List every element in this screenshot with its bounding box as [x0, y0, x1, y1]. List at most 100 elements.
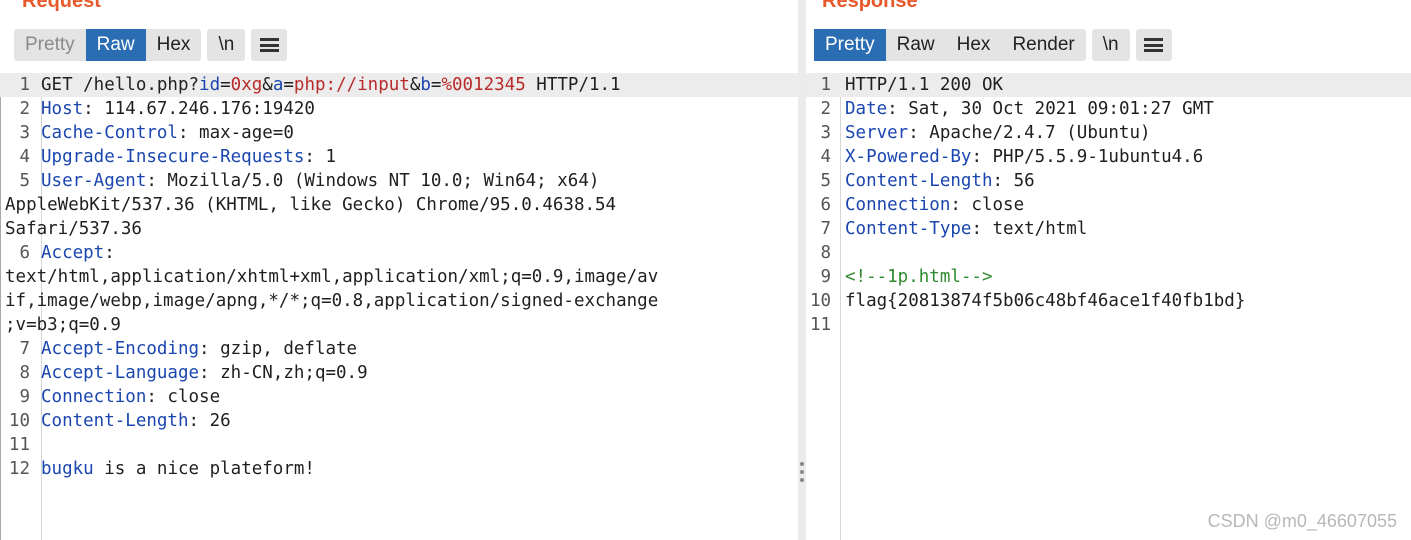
request-lines: 1 GET /hello.php?id=0xg&a=php://input&b=… — [0, 73, 798, 481]
header-value: : max-age=0 — [177, 123, 294, 143]
request-line-9: 9 Connection: close — [0, 385, 798, 409]
request-tab-raw[interactable]: Raw — [85, 29, 146, 61]
header-value: : gzip, deflate — [199, 339, 358, 359]
request-line-5: 5 User-Agent: Mozilla/5.0 (Windows NT 10… — [0, 169, 798, 193]
header-line: Accept: — [36, 241, 798, 265]
header-line: Server: Apache/2.4.7 (Ubuntu) — [837, 121, 1411, 145]
response-tab-hex[interactable]: Hex — [946, 29, 1002, 61]
response-lines: 1 HTTP/1.1 200 OK 2 Date: Sat, 30 Oct 20… — [806, 73, 1411, 337]
request-body-keyword: bugku — [41, 459, 94, 479]
header-line: Date: Sat, 30 Oct 2021 09:01:27 GMT — [837, 97, 1411, 121]
request-editor[interactable]: 1 GET /hello.php?id=0xg&a=php://input&b=… — [0, 73, 798, 540]
response-line-5: 5 Content-Length: 56 — [806, 169, 1411, 193]
line-number: 11 — [8, 435, 30, 455]
request-line-11: 11 — [0, 433, 798, 457]
param-value-id: 0xg — [230, 75, 263, 95]
header-value-continuation: ;v=b3;q=0.9 — [5, 315, 121, 335]
response-newline-toggle-group: \n — [1091, 29, 1130, 61]
request-title: Request — [22, 0, 101, 12]
request-body: bugku is a nice plateform! — [36, 457, 798, 481]
request-line-10: 10 Content-Length: 26 — [0, 409, 798, 433]
header-name: Cache-Control — [41, 123, 178, 143]
request-tab-hex[interactable]: Hex — [146, 29, 202, 61]
param-name-id: id — [199, 75, 221, 95]
param-equals: = — [220, 75, 231, 95]
request-tab-pretty[interactable]: Pretty — [14, 29, 86, 61]
header-value-continuation: text/html,application/xhtml+xml,applicat… — [5, 267, 659, 287]
header-name: Accept-Language — [41, 363, 200, 383]
header-value-continuation: AppleWebKit/537.36 (KHTML, like Gecko) C… — [5, 195, 617, 215]
header-line: Host: 114.67.246.176:19420 — [36, 97, 798, 121]
line-number: 6 — [820, 195, 831, 215]
header-value: : close — [146, 387, 221, 407]
request-line-2: 2 Host: 114.67.246.176:19420 — [0, 97, 798, 121]
request-line-6: 6 Accept: — [0, 241, 798, 265]
request-newline-toggle-group: \n — [207, 29, 246, 61]
response-tab-raw[interactable]: Raw — [886, 29, 946, 61]
line-number: 10 — [8, 411, 30, 431]
request-newline-toggle-button[interactable]: \n — [207, 29, 245, 61]
param-value-b: %0012345 — [441, 75, 526, 95]
request-line-12: 12 bugku is a nice plateform! — [0, 457, 798, 481]
header-line: X-Powered-By: PHP/5.5.9-1ubuntu4.6 — [837, 145, 1411, 169]
request-line-6-wrap: ;v=b3;q=0.9 — [0, 313, 798, 337]
response-line-11: 11 — [806, 313, 1411, 337]
request-menu-button[interactable] — [251, 29, 287, 61]
header-name: X-Powered-By — [845, 147, 972, 167]
header-name: Date — [845, 99, 888, 119]
line-number: 7 — [820, 219, 831, 239]
header-line: Content-Length: 56 — [837, 169, 1411, 193]
param-value-a: php://input — [293, 75, 410, 95]
watermark: CSDN @m0_46607055 — [1207, 511, 1397, 531]
response-line-6: 6 Connection: close — [806, 193, 1411, 217]
request-line-3: 3 Cache-Control: max-age=0 — [0, 121, 798, 145]
request-protocol: HTTP/1.1 — [525, 75, 621, 95]
response-line-1: 1 HTTP/1.1 200 OK — [806, 73, 1411, 97]
pane-resize-handle-icon[interactable] — [798, 462, 806, 482]
response-pane: Response Pretty Raw Hex Render \n 1 HTTP… — [806, 0, 1411, 540]
param-name-a: a — [272, 75, 284, 95]
request-line-4: 4 Upgrade-Insecure-Requests: 1 — [0, 145, 798, 169]
request-line-6-wrap: text/html,application/xhtml+xml,applicat… — [0, 265, 798, 289]
header-line: Content-Type: text/html — [837, 217, 1411, 241]
header-name: Connection — [41, 387, 147, 407]
header-name: Accept — [41, 243, 105, 263]
header-value: : PHP/5.5.9-1ubuntu4.6 — [971, 147, 1204, 167]
line-number: 3 — [820, 123, 831, 143]
header-value: : text/html — [971, 219, 1088, 239]
request-line-8: 8 Accept-Language: zh-CN,zh;q=0.9 — [0, 361, 798, 385]
header-name: Accept-Encoding — [41, 339, 200, 359]
line-number: 8 — [820, 243, 831, 263]
flag-text: flag{20813874f5b06c48bf46ace1f40fb1bd} — [845, 291, 1246, 311]
response-newline-toggle-button[interactable]: \n — [1092, 29, 1130, 61]
header-value: : 1 — [304, 147, 337, 167]
line-number: 12 — [8, 459, 30, 479]
header-value: : — [104, 243, 115, 263]
response-editor[interactable]: 1 HTTP/1.1 200 OK 2 Date: Sat, 30 Oct 20… — [806, 73, 1411, 540]
header-line: User-Agent: Mozilla/5.0 (Windows NT 10.0… — [36, 169, 798, 193]
response-tab-render[interactable]: Render — [1001, 29, 1085, 61]
line-number: 7 — [19, 339, 30, 359]
request-method-path: GET /hello.php? — [41, 75, 200, 95]
header-value: : close — [950, 195, 1025, 215]
line-number: 9 — [19, 387, 30, 407]
response-tab-pretty[interactable]: Pretty — [814, 29, 886, 61]
hamburger-menu-icon — [1144, 38, 1164, 52]
header-name: Server — [845, 123, 909, 143]
header-value: : Apache/2.4.7 (Ubuntu) — [908, 123, 1151, 143]
response-line-3: 3 Server: Apache/2.4.7 (Ubuntu) — [806, 121, 1411, 145]
request-view-tabs: Pretty Raw Hex — [14, 29, 202, 61]
header-value-continuation: Safari/537.36 — [5, 219, 142, 239]
header-value-continuation: if,image/webp,image/apng,*/*;q=0.8,appli… — [5, 291, 659, 311]
header-name: Content-Type — [845, 219, 972, 239]
line-number: 1 — [19, 75, 30, 95]
pane-divider[interactable] — [798, 0, 806, 540]
empty-line — [36, 433, 798, 457]
response-menu-button[interactable] — [1136, 29, 1172, 61]
param-ampersand: & — [262, 75, 273, 95]
request-body-text: is a nice plateform! — [93, 459, 315, 479]
line-number: 4 — [19, 147, 30, 167]
request-toolbar: Pretty Raw Hex \n — [14, 29, 293, 61]
line-number: 5 — [19, 171, 30, 191]
line-number: 9 — [820, 267, 831, 287]
